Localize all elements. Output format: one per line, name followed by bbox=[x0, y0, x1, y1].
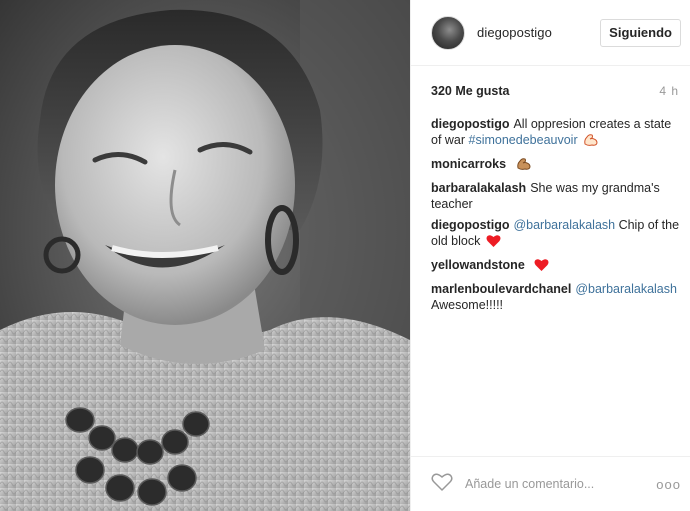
stats-row: 320 Me gusta 4 h bbox=[411, 66, 690, 116]
comment-footer: ooo bbox=[411, 456, 690, 511]
post-author-username[interactable]: diegopostigo bbox=[477, 25, 600, 40]
post-details-panel: diegopostigo Siguiendo 320 Me gusta 4 h … bbox=[410, 0, 690, 511]
comment-author[interactable]: monicarroks bbox=[431, 157, 506, 171]
comment-item: yellowandstone bbox=[431, 257, 683, 276]
mention-link[interactable]: @barbaralakalash bbox=[513, 218, 615, 232]
flexed-biceps-icon bbox=[516, 156, 532, 175]
instagram-post: diegopostigo Siguiendo 320 Me gusta 4 h … bbox=[0, 0, 690, 511]
comment-item: diegopostigo @barbaralakalash Chip of the… bbox=[431, 217, 683, 252]
avatar[interactable] bbox=[431, 15, 465, 50]
comment-author[interactable]: yellowandstone bbox=[431, 258, 525, 272]
comment-item: barbaralakalash She was my grandma's teac… bbox=[431, 180, 683, 212]
comment-list: diegopostigo All oppresion creates a stat… bbox=[431, 116, 683, 318]
more-options-icon[interactable]: ooo bbox=[656, 477, 681, 492]
comment-author[interactable]: diegopostigo bbox=[431, 218, 509, 232]
comment-author[interactable]: diegopostigo bbox=[431, 117, 509, 131]
comment-item: monicarroks bbox=[431, 156, 683, 175]
flexed-biceps-icon bbox=[583, 132, 599, 151]
add-comment-input[interactable] bbox=[463, 476, 657, 492]
comment-item: marlenboulevardchanel @barbaralakalash Aw… bbox=[431, 281, 683, 313]
comment-author[interactable]: marlenboulevardchanel bbox=[431, 282, 571, 296]
comment-text: Awesome!!!!! bbox=[431, 298, 504, 312]
following-button[interactable]: Siguiendo bbox=[600, 18, 681, 47]
portrait-image bbox=[0, 0, 410, 511]
hashtag-link[interactable]: #simonedebeauvoir bbox=[469, 133, 578, 147]
post-time: 4 h bbox=[659, 84, 679, 98]
comment-author[interactable]: barbaralakalash bbox=[431, 181, 526, 195]
mention-link[interactable]: @barbaralakalash bbox=[575, 282, 677, 296]
red-heart-icon bbox=[486, 234, 501, 252]
comment-item: diegopostigo All oppresion creates a stat… bbox=[431, 116, 683, 151]
likes-count[interactable]: 320 Me gusta bbox=[431, 84, 510, 98]
heart-outline-icon[interactable] bbox=[431, 472, 453, 497]
red-heart-icon bbox=[534, 258, 549, 276]
post-header: diegopostigo Siguiendo bbox=[411, 0, 690, 66]
post-photo[interactable] bbox=[0, 0, 410, 511]
